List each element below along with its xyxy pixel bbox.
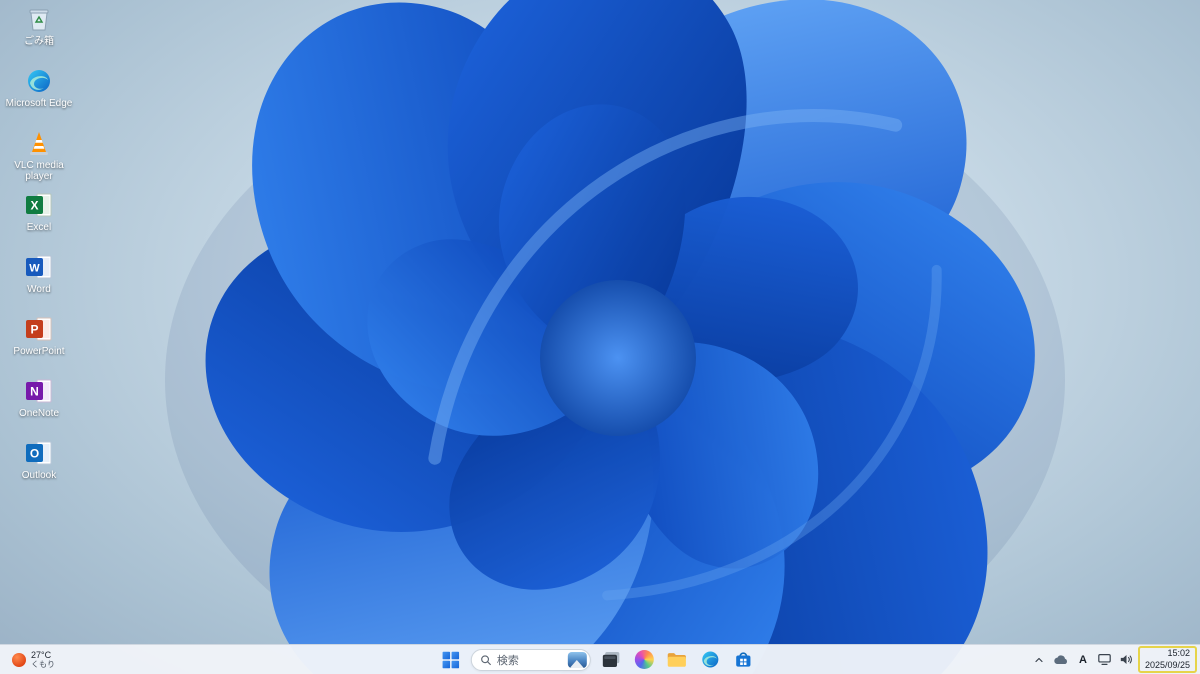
powerpoint-icon: P	[24, 314, 54, 344]
cloud-icon	[1054, 654, 1067, 664]
volume-button[interactable]	[1116, 647, 1137, 673]
desktop-icon-powerpoint[interactable]: P PowerPoint	[0, 314, 78, 376]
start-button[interactable]	[438, 647, 464, 673]
desktop: ごみ箱 Microsoft Edge VLC media player X Ex…	[0, 0, 1200, 674]
system-tray: A 15:02 2025/09/25	[1029, 645, 1197, 674]
desktop-icon-label: PowerPoint	[13, 346, 65, 357]
svg-text:O: O	[30, 447, 39, 461]
desktop-icon-label: VLC media player	[14, 160, 64, 182]
desktop-icon-edge[interactable]: Microsoft Edge	[0, 66, 78, 128]
ime-mode-button[interactable]: A	[1073, 647, 1093, 673]
speaker-icon	[1120, 655, 1132, 664]
store-bag-icon	[735, 652, 750, 667]
vlc-icon	[24, 128, 54, 158]
svg-text:N: N	[30, 385, 39, 399]
folder-icon	[667, 653, 686, 667]
desktop-icon-vlc[interactable]: VLC media player	[0, 128, 78, 190]
ime-mode-indicator: A	[1078, 653, 1087, 666]
microsoft-store-button[interactable]	[730, 647, 756, 673]
weather-text: 27°C くもり	[31, 650, 55, 670]
search-placeholder: 検索	[496, 654, 519, 667]
weather-temperature: 27°C	[31, 649, 52, 660]
word-icon: W	[24, 252, 54, 282]
dark-window-icon	[602, 651, 619, 668]
svg-text:P: P	[30, 323, 38, 337]
desktop-icon-label: Outlook	[21, 470, 57, 481]
desktop-icon-word[interactable]: W Word	[0, 252, 78, 314]
chevron-up-icon	[1035, 657, 1043, 662]
desktop-icon-grid: ごみ箱 Microsoft Edge VLC media player X Ex…	[0, 4, 78, 500]
tray-overflow-button[interactable]	[1029, 647, 1049, 673]
network-icon	[1098, 654, 1111, 665]
copilot-icon	[634, 650, 654, 669]
desktop-icon-excel[interactable]: X Excel	[0, 190, 78, 252]
clock-time: 15:02	[1167, 648, 1190, 659]
desktop-icon-label: Excel	[26, 222, 52, 233]
svg-text:X: X	[30, 199, 38, 213]
desktop-icon-recycle-bin[interactable]: ごみ箱	[0, 4, 78, 66]
onenote-icon: N	[24, 376, 54, 406]
desktop-icon-label: Microsoft Edge	[5, 98, 73, 109]
weather-icon	[12, 652, 26, 667]
recycle-bin-icon	[24, 4, 54, 34]
excel-icon: X	[24, 190, 54, 220]
edge-icon	[24, 66, 54, 96]
edge-icon	[701, 651, 718, 668]
taskbar-search-box[interactable]: 検索	[470, 648, 591, 671]
search-highlight-thumbnail	[567, 651, 587, 668]
edge-taskbar-button[interactable]	[697, 647, 723, 673]
desktop-icon-onenote[interactable]: N OneNote	[0, 376, 78, 438]
windows-logo-icon	[442, 651, 460, 668]
copilot-button[interactable]	[631, 647, 657, 673]
outlook-icon: O	[24, 438, 54, 468]
desktop-icon-label: Word	[27, 284, 51, 295]
clock-date: 2025/09/25	[1144, 659, 1190, 670]
taskbar: 27°C くもり 検索 A 15:02 2025/09/25	[0, 644, 1200, 674]
taskbar-center: 検索	[438, 645, 756, 674]
search-icon	[481, 654, 491, 665]
onedrive-button[interactable]	[1050, 647, 1072, 673]
desktop-icon-label: ごみ箱	[24, 36, 54, 47]
svg-text:W: W	[29, 263, 40, 275]
wallpaper-bloom	[165, 0, 1065, 674]
clock-highlight[interactable]: 15:02 2025/09/25	[1137, 646, 1197, 673]
widgets-weather-button[interactable]: 27°C くもり	[6, 645, 61, 674]
weather-condition: くもり	[31, 660, 55, 670]
desktop-icon-outlook[interactable]: O Outlook	[0, 438, 78, 500]
task-view-button[interactable]	[598, 647, 624, 673]
file-explorer-button[interactable]	[664, 647, 690, 673]
desktop-icon-label: OneNote	[18, 408, 60, 419]
network-button[interactable]	[1094, 647, 1115, 673]
